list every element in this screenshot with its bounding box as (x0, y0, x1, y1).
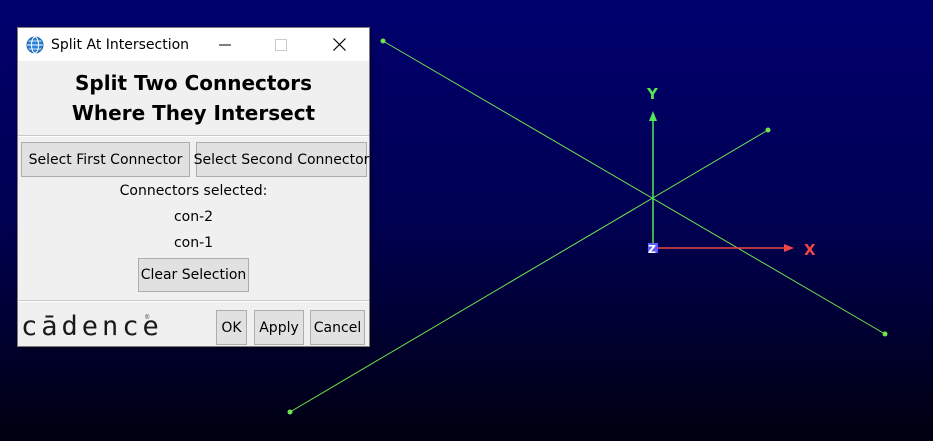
maximize-button[interactable] (258, 28, 304, 61)
y-axis-label: Y (646, 85, 659, 103)
x-axis-label: X (804, 241, 816, 259)
split-at-intersection-dialog: Split At Intersection Split Two Connecto… (18, 28, 369, 346)
maximize-icon (275, 38, 287, 51)
close-button[interactable] (316, 28, 362, 61)
connector-endpoint (380, 38, 386, 44)
minimize-button[interactable] (202, 28, 248, 61)
close-icon (332, 38, 346, 51)
cadence-logo: cādence (21, 311, 163, 342)
selected-connector-item: con-1 (173, 235, 214, 251)
heading-line-1: Split Two Connectors (75, 71, 312, 95)
select-second-connector-button[interactable]: Select Second Connector (194, 142, 369, 177)
clear-selection-button[interactable]: Clear Selection (138, 258, 249, 292)
divider (18, 135, 369, 137)
connector-con-1[interactable] (382, 40, 886, 335)
heading-line-2: Where They Intersect (71, 101, 316, 125)
connectors-selected-label: Connectors selected: (119, 183, 268, 199)
connector-endpoint (882, 331, 888, 337)
axes-triad: X Y Z (646, 85, 816, 259)
title-bar[interactable]: Split At Intersection (18, 28, 369, 61)
globe-icon (26, 36, 44, 54)
cancel-button[interactable]: Cancel (310, 310, 365, 345)
selected-connector-item: con-2 (173, 209, 214, 225)
divider (18, 300, 369, 302)
y-axis-arrow (649, 111, 657, 121)
connector-endpoint (287, 409, 293, 415)
ok-button[interactable]: OK (216, 310, 247, 345)
minimize-icon (219, 44, 231, 45)
dialog-heading: Split Two Connectors Where They Intersec… (18, 68, 369, 128)
connector-endpoint (765, 127, 771, 133)
registered-mark: ® (145, 315, 150, 321)
apply-button[interactable]: Apply (254, 310, 304, 345)
select-first-connector-button[interactable]: Select First Connector (21, 142, 190, 177)
z-axis-label: Z (648, 243, 656, 256)
x-axis-arrow (784, 244, 794, 252)
window-title: Split At Intersection (51, 37, 190, 53)
